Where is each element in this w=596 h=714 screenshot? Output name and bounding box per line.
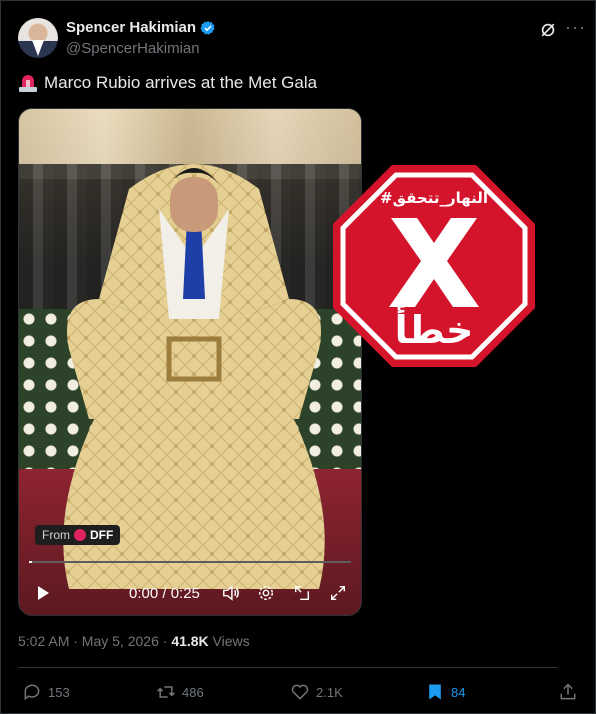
- like-button[interactable]: 2.1K: [290, 682, 343, 702]
- source-prefix: From: [42, 528, 70, 542]
- verdict-label: خطأ: [395, 305, 474, 352]
- grok-icon[interactable]: [538, 20, 558, 40]
- share-button[interactable]: [558, 682, 578, 702]
- tweet-timestamp[interactable]: 5:02 AM · May 5, 2026: [18, 633, 159, 649]
- bookmark-button[interactable]: 84: [425, 682, 465, 702]
- source-badge[interactable]: From DFF: [35, 525, 121, 545]
- views-count: 41.8K: [171, 633, 209, 649]
- repost-icon: [157, 686, 175, 698]
- share-icon: [560, 683, 576, 700]
- volume-icon[interactable]: [222, 584, 240, 602]
- views-label: Views: [208, 633, 250, 649]
- dff-logo-icon: [74, 529, 86, 541]
- source-name: DFF: [90, 528, 114, 542]
- fact-check-hashtag: #النهار_تتحقق: [380, 189, 488, 207]
- video-progress-fill: [29, 561, 33, 563]
- verified-badge-icon: [200, 20, 215, 35]
- reply-icon: [24, 684, 40, 701]
- siren-emoji-icon: [19, 75, 37, 92]
- like-count: 2.1K: [316, 684, 343, 700]
- reply-button[interactable]: 153: [22, 682, 70, 702]
- bookmark-icon: [429, 684, 441, 700]
- fact-check-false-stamp: #النهار_تتحقق خطأ: [333, 165, 535, 367]
- divider: [18, 667, 558, 668]
- avatar[interactable]: [18, 18, 58, 58]
- reply-count: 153: [48, 684, 70, 700]
- meta-separator: ·: [158, 633, 172, 649]
- bookmark-count: 84: [451, 684, 466, 700]
- tweet-text: Marco Rubio arrives at the Met Gala: [44, 73, 318, 92]
- video-time: 0:00 / 0:25: [129, 585, 200, 602]
- tweet-text-row: Marco Rubio arrives at the Met Gala: [18, 73, 317, 93]
- fullscreen-icon[interactable]: [329, 584, 347, 602]
- settings-gear-icon[interactable]: [257, 584, 275, 602]
- repost-button[interactable]: 486: [156, 682, 204, 702]
- author-name[interactable]: Spencer Hakimian: [66, 19, 196, 36]
- video-player[interactable]: From DFF 0:00 / 0:25: [18, 108, 362, 616]
- more-options-icon[interactable]: ···: [565, 17, 586, 38]
- video-progress-bar[interactable]: [29, 561, 351, 563]
- author-handle[interactable]: @SpencerHakimian: [66, 40, 200, 57]
- heart-icon: [291, 684, 309, 700]
- play-icon[interactable]: [35, 585, 51, 601]
- picture-in-picture-icon[interactable]: [293, 584, 311, 602]
- author-name-row[interactable]: Spencer Hakimian: [66, 19, 216, 36]
- tweet-meta: 5:02 AM · May 5, 2026 · 41.8K Views: [18, 633, 250, 649]
- repost-count: 486: [182, 684, 204, 700]
